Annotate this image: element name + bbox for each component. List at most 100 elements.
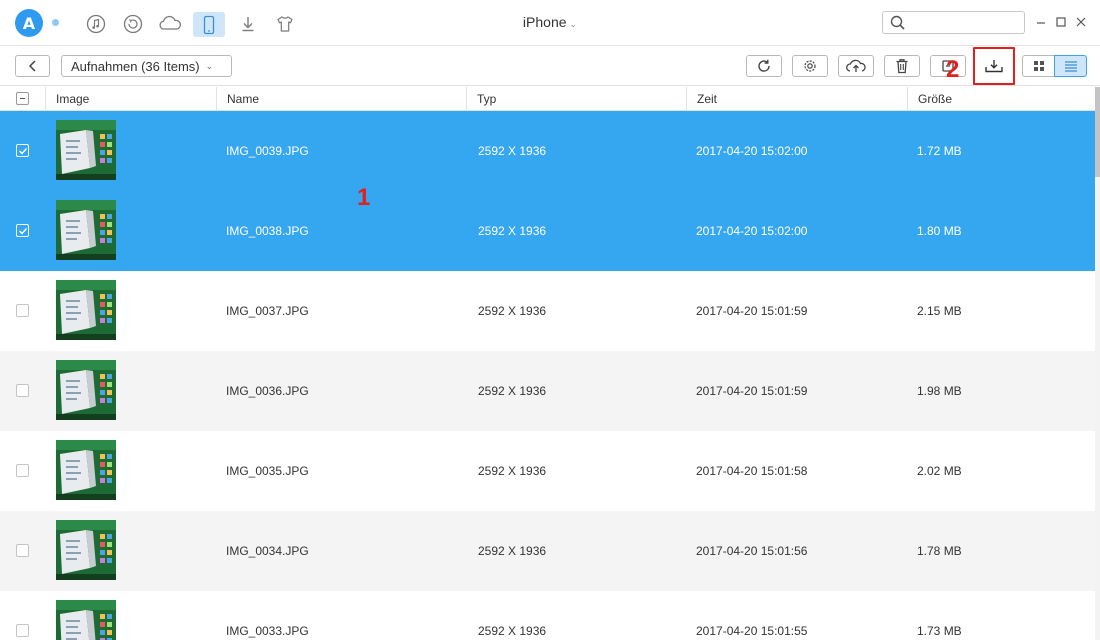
cell-size: 1.98 MB — [917, 384, 962, 398]
table-header: Image Name Typ Zeit Größe — [0, 87, 1095, 111]
row-checkbox[interactable] — [16, 624, 29, 637]
table-row[interactable]: IMG_0034.JPG 2592 X 1936 2017-04-20 15:01:… — [0, 511, 1095, 591]
cell-type: 2592 X 1936 — [478, 144, 547, 158]
column-header-type[interactable]: Typ — [466, 87, 686, 111]
row-checkbox[interactable] — [16, 384, 29, 397]
shirt-icon[interactable] — [271, 10, 299, 38]
chevron-left-icon — [28, 60, 36, 72]
cell-type: 2592 X 1936 — [478, 224, 547, 238]
search-input[interactable] — [909, 14, 1019, 31]
cell-time: 2017-04-20 15:01:55 — [696, 624, 808, 638]
cell-size: 1.73 MB — [917, 624, 962, 638]
delete-button[interactable] — [884, 55, 920, 77]
step-1-annotation: 1 — [357, 184, 371, 211]
photo-thumbnail[interactable] — [56, 280, 116, 340]
upload-cloud-button[interactable] — [838, 55, 874, 77]
row-checkbox[interactable] — [16, 464, 29, 477]
maximize-icon[interactable] — [1053, 13, 1069, 31]
row-checkbox[interactable] — [16, 224, 29, 237]
grid-view-button[interactable] — [1022, 55, 1055, 77]
settings-button[interactable] — [792, 55, 828, 77]
cell-type: 2592 X 1936 — [478, 464, 547, 478]
checkmark-icon — [19, 148, 28, 155]
cell-name: IMG_0037.JPG — [226, 304, 309, 318]
cell-type: 2592 X 1936 — [478, 624, 547, 638]
photo-thumbnail[interactable] — [56, 360, 116, 420]
app-logo[interactable]: A — [0, 0, 58, 46]
cell-size: 1.78 MB — [917, 544, 962, 558]
back-button[interactable] — [15, 55, 50, 77]
cell-size: 2.02 MB — [917, 464, 962, 478]
table-row[interactable]: IMG_0035.JPG 2592 X 1936 2017-04-20 15:01:… — [0, 431, 1095, 511]
column-header-time[interactable]: Zeit — [686, 87, 907, 111]
upload-cloud-icon — [846, 59, 866, 72]
logo-menu-icon[interactable] — [52, 19, 59, 26]
window-controls — [1033, 13, 1089, 31]
table-row[interactable]: IMG_0039.JPG 2592 X 1936 2017-04-20 15:02:… — [0, 111, 1095, 191]
close-icon[interactable] — [1073, 13, 1089, 31]
cloud-icon[interactable] — [156, 10, 184, 38]
row-checkbox[interactable] — [16, 304, 29, 317]
logo-letter: A — [22, 13, 36, 33]
column-header-image[interactable]: Image — [45, 87, 216, 111]
cell-type: 2592 X 1936 — [478, 384, 547, 398]
cell-name: IMG_0039.JPG — [226, 144, 309, 158]
row-checkbox[interactable] — [16, 544, 29, 557]
album-label: Aufnahmen (36 Items) — [71, 58, 200, 74]
photo-table: IMG_0039.JPG 2592 X 1936 2017-04-20 15:02:… — [0, 111, 1095, 640]
photo-thumbnail[interactable] — [56, 440, 116, 500]
cell-name: IMG_0038.JPG — [226, 224, 309, 238]
download-to-pc-button[interactable] — [973, 47, 1015, 85]
cell-time: 2017-04-20 15:01:59 — [696, 304, 808, 318]
checkmark-icon — [19, 228, 28, 235]
cell-time: 2017-04-20 15:02:00 — [696, 144, 808, 158]
table-row[interactable]: IMG_0037.JPG 2592 X 1936 2017-04-20 15:01:… — [0, 271, 1095, 351]
title-bar: A iPhone ⌄ — [0, 0, 1100, 46]
refresh-button[interactable] — [746, 55, 782, 77]
device-title: iPhone — [522, 14, 567, 30]
trash-icon — [896, 59, 908, 74]
photo-thumbnail[interactable] — [56, 200, 116, 260]
music-icon[interactable] — [82, 10, 110, 38]
device-selector[interactable]: iPhone ⌄ — [500, 14, 600, 30]
grid-view-icon — [1033, 61, 1044, 71]
cell-size: 1.80 MB — [917, 224, 962, 238]
photo-thumbnail[interactable] — [56, 520, 116, 580]
scrollbar-thumb[interactable] — [1095, 87, 1100, 177]
list-view-button[interactable] — [1054, 55, 1087, 77]
refresh-icon — [758, 59, 770, 72]
download-icon[interactable] — [234, 10, 262, 38]
cell-name: IMG_0033.JPG — [226, 624, 309, 638]
category-nav — [82, 10, 299, 38]
chevron-down-icon: ⌄ — [569, 19, 578, 29]
search-box[interactable] — [882, 11, 1025, 34]
table-row[interactable]: IMG_0033.JPG 2592 X 1936 2017-04-20 15:01:… — [0, 591, 1095, 640]
cell-type: 2592 X 1936 — [478, 304, 547, 318]
row-checkbox[interactable] — [16, 144, 29, 157]
table-row[interactable]: IMG_0036.JPG 2592 X 1936 2017-04-20 15:01:… — [0, 351, 1095, 431]
settings-icon — [804, 60, 816, 72]
chevron-down-icon: ⌄ — [205, 60, 214, 71]
photo-thumbnail[interactable] — [56, 120, 116, 180]
phone-icon[interactable] — [193, 12, 225, 37]
album-selector[interactable]: Aufnahmen (36 Items) ⌄ — [61, 55, 232, 77]
minimize-icon[interactable] — [1033, 13, 1049, 31]
cell-time: 2017-04-20 15:01:56 — [696, 544, 808, 558]
select-all-checkbox[interactable] — [16, 92, 29, 105]
photo-thumbnail[interactable] — [56, 600, 116, 640]
cell-name: IMG_0036.JPG — [226, 384, 309, 398]
column-header-size[interactable]: Größe — [907, 87, 1095, 111]
cell-time: 2017-04-20 15:01:59 — [696, 384, 808, 398]
cell-type: 2592 X 1936 — [478, 544, 547, 558]
cell-name: IMG_0035.JPG — [226, 464, 309, 478]
history-icon[interactable] — [119, 10, 147, 38]
toolbar: Aufnahmen (36 Items) ⌄ 2 — [0, 46, 1100, 86]
table-row[interactable]: IMG_0038.JPG 2592 X 1936 2017-04-20 15:02:… — [0, 191, 1095, 271]
search-icon — [890, 15, 905, 30]
app-logo-icon: A — [15, 9, 43, 37]
cell-time: 2017-04-20 15:02:00 — [696, 224, 808, 238]
column-header-name[interactable]: Name — [216, 87, 466, 111]
step-2-annotation: 2 — [946, 56, 960, 83]
cell-time: 2017-04-20 15:01:58 — [696, 464, 808, 478]
cell-size: 1.72 MB — [917, 144, 962, 158]
